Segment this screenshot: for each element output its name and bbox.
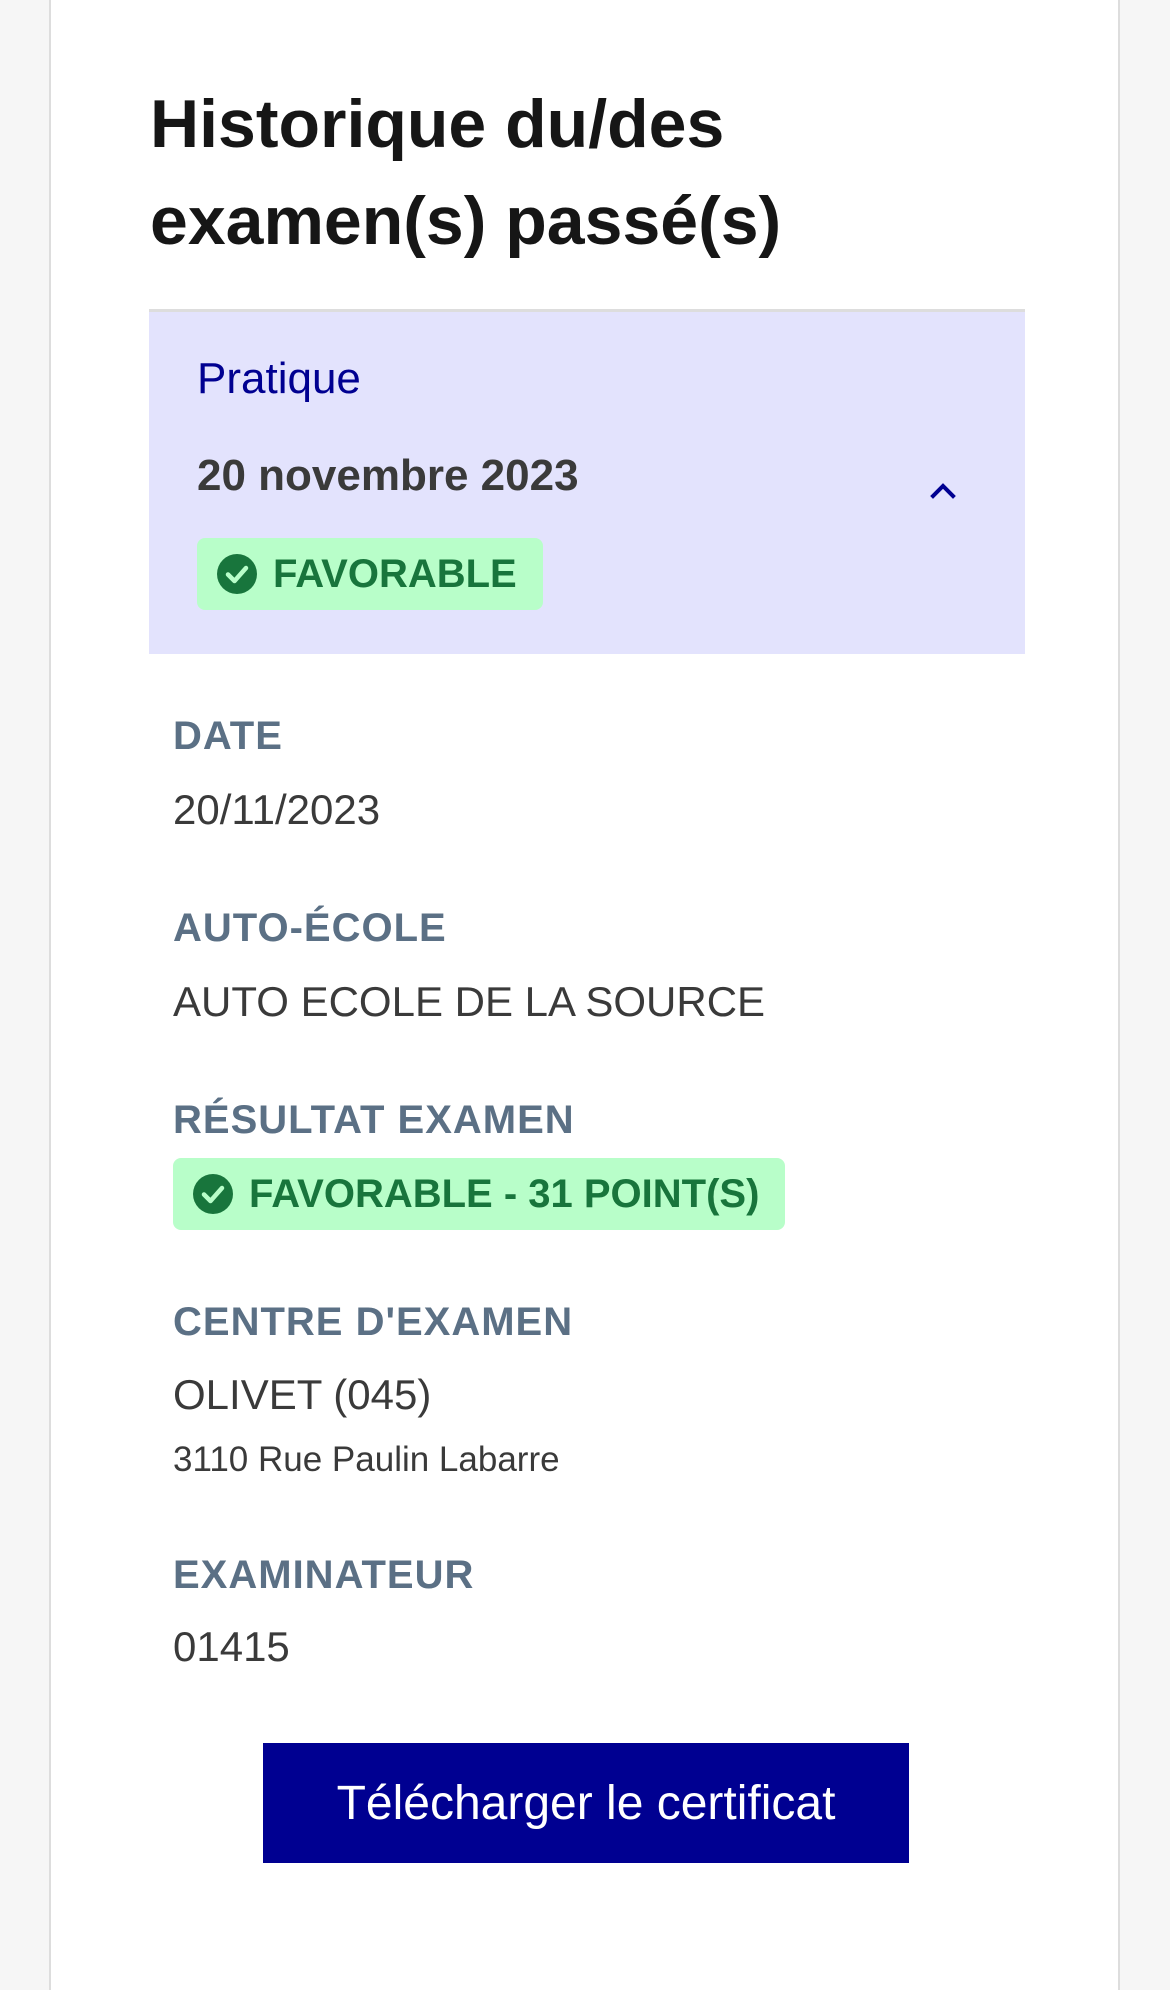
check-circle-icon (217, 554, 257, 594)
exam-center-label: CENTRE D'EXAMEN (173, 1300, 574, 1344)
exam-center-address: 3110 Rue Paulin Labarre (173, 1440, 560, 1479)
date-value: 20/11/2023 (173, 786, 381, 833)
examiner-value: 01415 (173, 1623, 290, 1670)
driving-school-label: AUTO-ÉCOLE (173, 906, 447, 950)
exam-center-value: OLIVET (045) (173, 1371, 432, 1418)
exam-history-card: Historique du/des examen(s) passé(s) Pra… (49, 0, 1120, 1990)
chevron-up-icon[interactable] (923, 470, 963, 510)
exam-date-long: 20 novembre 2023 (197, 451, 579, 500)
date-label: DATE (173, 714, 283, 758)
exam-type: Pratique (197, 354, 361, 403)
exam-result-label: RÉSULTAT EXAMEN (173, 1098, 575, 1142)
status-badge-label: FAVORABLE (273, 551, 517, 596)
driving-school-value: AUTO ECOLE DE LA SOURCE (173, 978, 766, 1025)
status-badge: FAVORABLE (197, 538, 543, 610)
check-circle-icon (193, 1174, 233, 1214)
download-certificate-button[interactable]: Télécharger le certificat (263, 1743, 909, 1863)
examiner-label: EXAMINATEUR (173, 1553, 475, 1597)
page-title: Historique du/des examen(s) passé(s) (150, 86, 782, 259)
exam-result-value: FAVORABLE - 31 POINT(S) (249, 1171, 760, 1216)
exam-result-badge: FAVORABLE - 31 POINT(S) (173, 1158, 786, 1230)
exam-accordion-header[interactable]: Pratique 20 novembre 2023 FAVORABLE (149, 309, 1025, 654)
